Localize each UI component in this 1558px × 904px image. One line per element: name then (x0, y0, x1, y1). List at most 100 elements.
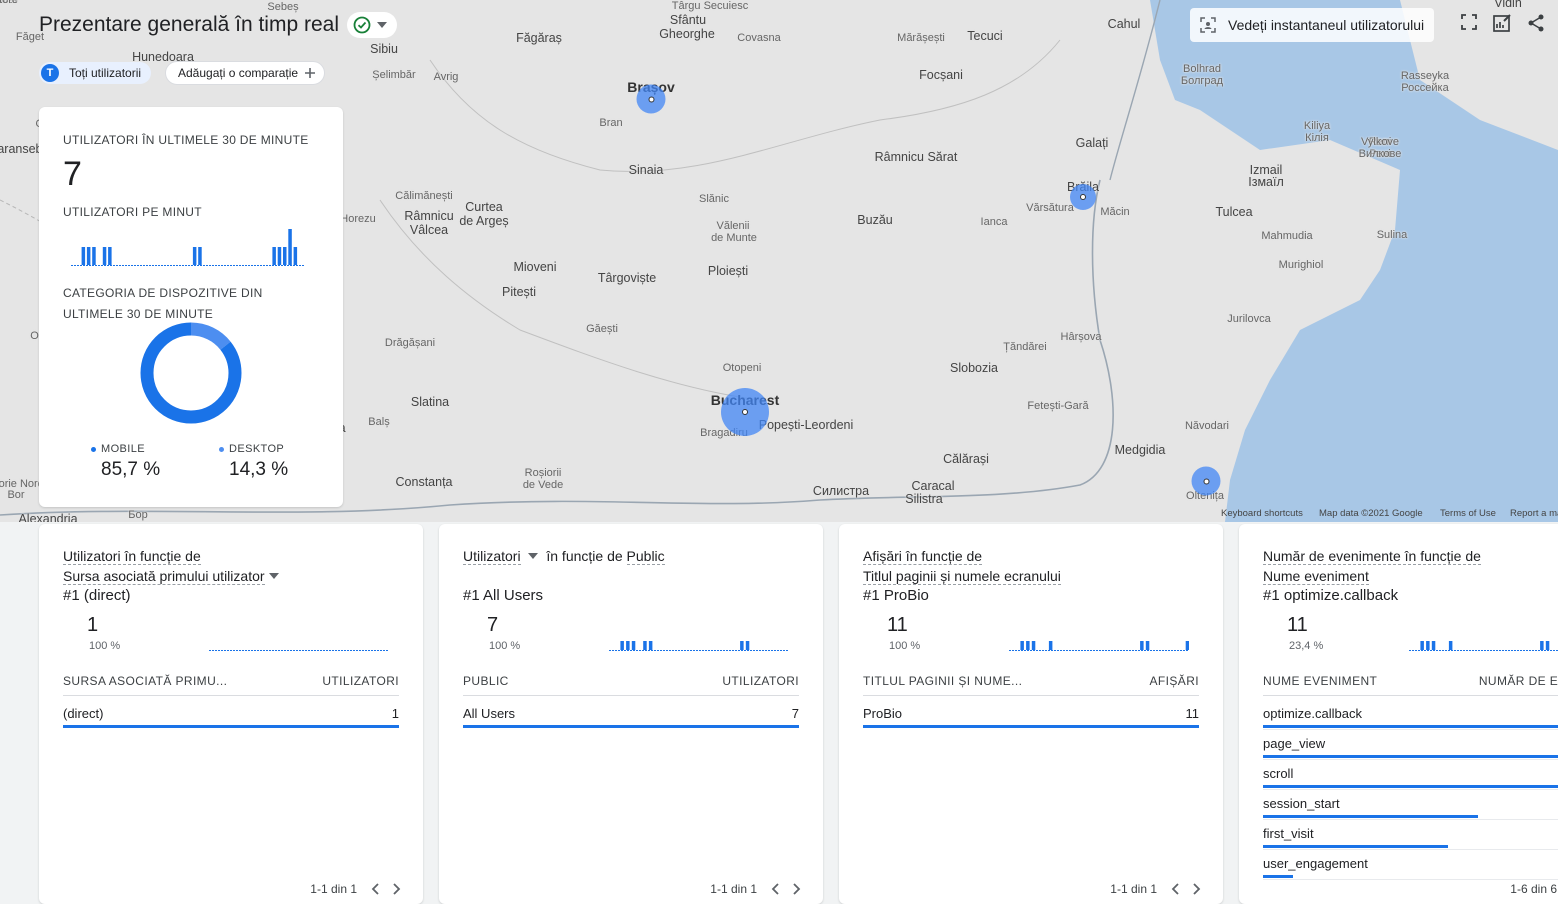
minute-bar[interactable] (1048, 641, 1053, 650)
chevron-left-icon[interactable] (371, 883, 379, 895)
minute-bar[interactable] (198, 247, 202, 265)
table-row[interactable]: first_visit 6 (1263, 821, 1558, 851)
card-title-metric[interactable]: Afișări în funcție de (863, 548, 983, 565)
device-donut-chart[interactable] (140, 322, 242, 424)
table-row[interactable]: ProBio 11 (863, 701, 1199, 731)
customize-report-icon[interactable] (1492, 13, 1512, 33)
minute-bar[interactable] (1431, 641, 1436, 650)
user-snapshot-button[interactable]: Vedeți instantaneul utilizatorului (1190, 8, 1435, 42)
map-city-label: Болград (1180, 75, 1224, 87)
minute-bar[interactable] (81, 247, 86, 265)
card-title: Număr de evenimente în funcție de Nume e… (1263, 546, 1558, 586)
minute-bar[interactable] (272, 247, 276, 265)
minute-bar[interactable] (626, 641, 630, 650)
minute-bar[interactable] (192, 247, 197, 265)
dimension-selector[interactable]: Titlul paginii și numele ecranului (863, 568, 1061, 585)
minute-bar[interactable] (277, 247, 282, 265)
map-city-label: Alexandria (18, 512, 78, 522)
dimension-selector[interactable]: Nume eveniment (1263, 568, 1369, 585)
minute-bar[interactable] (1185, 641, 1189, 650)
minute-bar[interactable] (1540, 641, 1544, 650)
top-item-sparkline[interactable] (1009, 612, 1189, 656)
column-header-dimension[interactable]: SURSA ASOCIATĂ PRIMU... (63, 674, 227, 688)
users-per-minute-chart[interactable] (71, 227, 311, 273)
top-item-sparkline[interactable] (209, 612, 389, 656)
minute-bar[interactable] (745, 641, 750, 650)
plus-icon (305, 68, 316, 78)
minute-bar[interactable] (1140, 641, 1144, 650)
column-header-dimension[interactable]: TITLUL PAGINII ȘI NUME... (863, 674, 1022, 688)
table-row[interactable]: All Users 7 (463, 701, 799, 731)
status-pill[interactable] (347, 12, 397, 38)
table-row[interactable]: optimize.callback 11 (1263, 701, 1558, 731)
column-header-metric[interactable]: AFIȘĂRI (1150, 674, 1199, 688)
dimension-selector[interactable]: Sursa asociată primului utilizator (63, 568, 265, 585)
minute-bar[interactable] (643, 641, 647, 650)
map-city-label: Kurtore (0, 0, 19, 6)
metric-selector[interactable]: Utilizatori (463, 548, 521, 565)
dimension-selector[interactable]: Public (626, 548, 665, 565)
column-header-metric[interactable]: UTILIZATORI (722, 674, 799, 688)
column-header-dimension[interactable]: NUME EVENIMENT (1263, 674, 1377, 688)
row-bar (1263, 875, 1293, 878)
column-header-dimension[interactable]: PUBLIC (463, 674, 509, 688)
map-terms-link[interactable]: Terms of Use (1440, 508, 1496, 519)
table-row[interactable]: page_view 11 (1263, 731, 1558, 761)
add-comparison-button[interactable]: Adăugați o comparație (165, 61, 326, 85)
minute-bar[interactable] (1031, 641, 1036, 650)
minute-bar[interactable] (1420, 641, 1424, 650)
chevron-right-icon[interactable] (793, 883, 801, 895)
table-row[interactable]: user_engagement 1 (1263, 851, 1558, 881)
table-row[interactable]: (direct) 1 (63, 701, 399, 731)
map-report-link[interactable]: Report a map error (1510, 508, 1558, 519)
users-30min-value: 7 (63, 155, 82, 193)
chevron-right-icon[interactable] (1193, 883, 1201, 895)
pagination: 1-1 din 1 (1110, 882, 1201, 896)
column-header-metric[interactable]: NUMĂR DE EVENI... (1479, 674, 1558, 688)
map-keyboard-shortcuts-link[interactable]: Keyboard shortcuts (1221, 508, 1303, 519)
minute-bar[interactable] (1426, 641, 1430, 650)
minute-bar[interactable] (86, 247, 91, 265)
top-item-sparkline[interactable] (609, 612, 789, 656)
minute-bar[interactable] (648, 641, 653, 650)
card-title-connector: în funcție de (546, 548, 623, 564)
chevron-left-icon[interactable] (771, 883, 779, 895)
desktop-label: DESKTOP (229, 443, 285, 455)
minute-bar[interactable] (1545, 641, 1550, 650)
minute-bar[interactable] (1448, 641, 1453, 650)
top-item-sparkline[interactable] (1409, 612, 1558, 656)
table-row[interactable]: scroll 11 (1263, 761, 1558, 791)
minute-bar[interactable] (740, 641, 744, 650)
chevron-down-icon[interactable] (268, 573, 279, 579)
minute-bar[interactable] (1145, 641, 1150, 650)
map-bubble-braila[interactable] (1070, 184, 1096, 210)
minute-bar[interactable] (1026, 641, 1030, 650)
minute-bar[interactable] (631, 641, 636, 650)
minute-bar[interactable] (92, 247, 96, 265)
chevron-left-icon[interactable] (1171, 883, 1179, 895)
top-item: #1 optimize.callback (1263, 587, 1399, 604)
card-title-metric[interactable]: Număr de evenimente în funcție de (1263, 548, 1481, 565)
minute-bar[interactable] (620, 641, 624, 650)
row-name: session_start (1263, 796, 1340, 811)
share-icon[interactable] (1526, 13, 1546, 33)
map-bubble-constanta[interactable] (1191, 466, 1221, 496)
minute-bar[interactable] (108, 247, 112, 265)
all-users-chip[interactable]: T Toți utilizatorii (39, 62, 152, 84)
map-city-label: Popești-Leordeni (758, 418, 854, 432)
map-city-label: Ізмаїл (1248, 175, 1284, 189)
realtime-card: Număr de evenimente în funcție de Nume e… (1239, 524, 1558, 904)
minute-bar[interactable] (293, 247, 298, 265)
table-row[interactable]: session_start 7 (1263, 791, 1558, 821)
minute-bar[interactable] (102, 247, 107, 265)
fullscreen-icon[interactable] (1460, 13, 1478, 31)
column-header-metric[interactable]: UTILIZATORI (322, 674, 399, 688)
minute-bar[interactable] (283, 247, 287, 265)
minute-bar[interactable] (1020, 641, 1024, 650)
map-bubble-brasov[interactable] (636, 84, 666, 114)
chevron-down-icon[interactable] (528, 553, 539, 559)
map-bubble-bucharest[interactable] (721, 388, 769, 436)
chevron-right-icon[interactable] (393, 883, 401, 895)
card-title-metric[interactable]: Utilizatori în funcție de (63, 548, 201, 565)
minute-bar[interactable] (288, 229, 292, 265)
